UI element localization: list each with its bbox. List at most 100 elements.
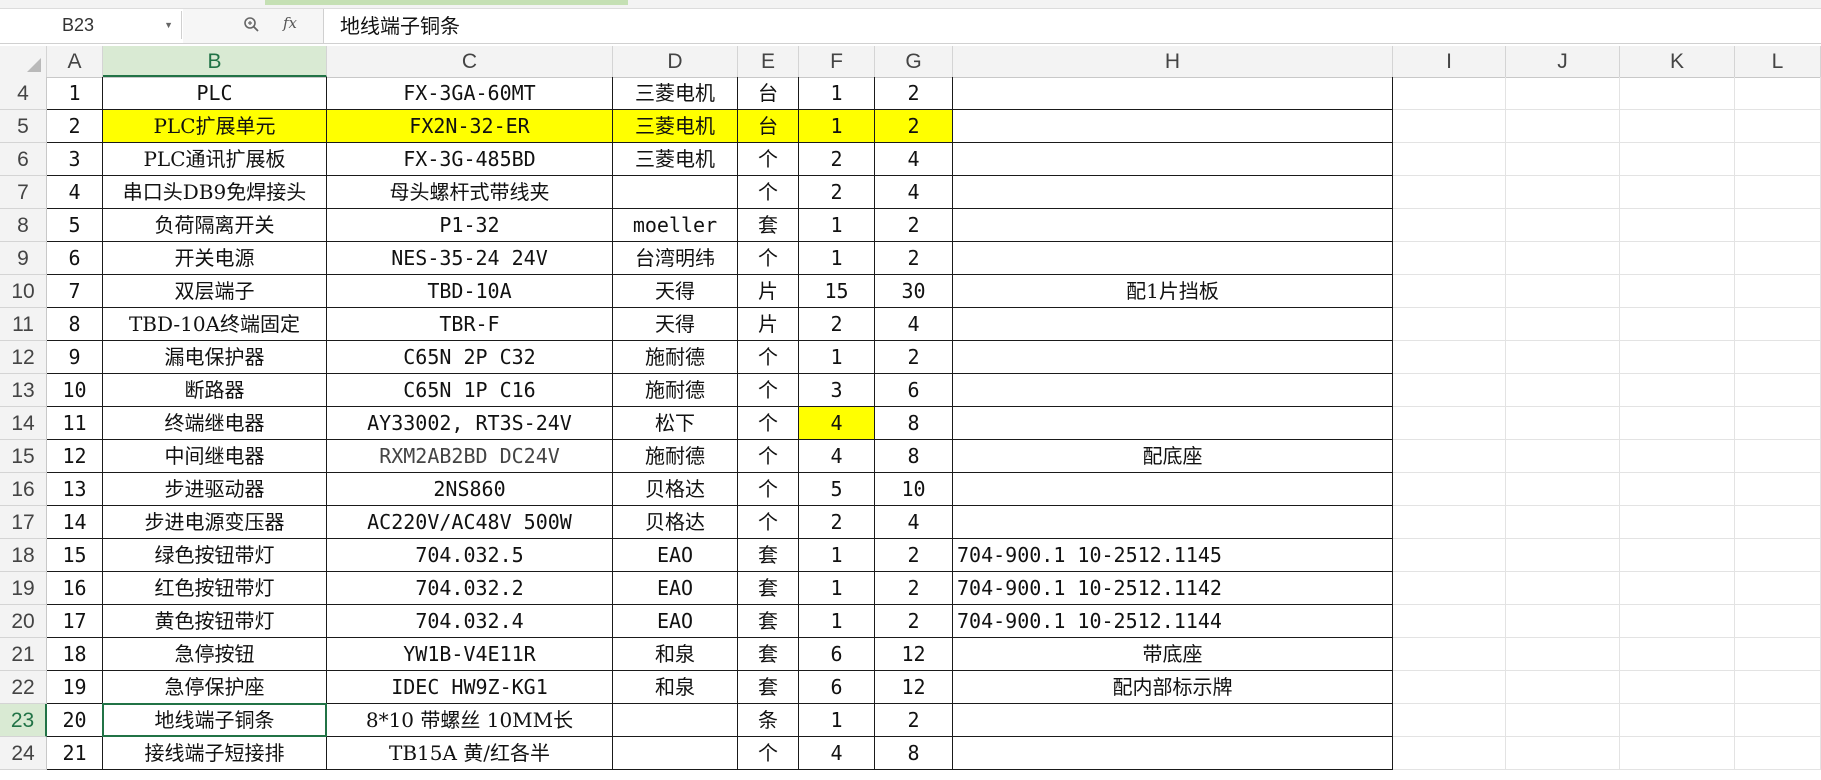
cell-h11[interactable]	[953, 308, 1393, 341]
cell-k21[interactable]	[1620, 638, 1735, 671]
cell-f14[interactable]: 4	[799, 407, 875, 440]
cell-b9[interactable]: 开关电源	[103, 242, 327, 275]
cell-k14[interactable]	[1620, 407, 1735, 440]
cell-h5[interactable]	[953, 110, 1393, 143]
cell-g14[interactable]: 8	[875, 407, 953, 440]
cell-c7[interactable]: 母头螺杆式带线夹	[327, 176, 613, 209]
cell-d12[interactable]: 施耐德	[613, 341, 738, 374]
row-header[interactable]: 11	[0, 308, 47, 341]
cell-h8[interactable]	[953, 209, 1393, 242]
cell-k10[interactable]	[1620, 275, 1735, 308]
cell-f11[interactable]: 2	[799, 308, 875, 341]
cell-k22[interactable]	[1620, 671, 1735, 704]
zoom-icon[interactable]	[243, 16, 261, 34]
cell-a19[interactable]: 16	[47, 572, 103, 605]
row-header[interactable]: 9	[0, 242, 47, 275]
row-header[interactable]: 7	[0, 176, 47, 209]
cell-f23[interactable]: 1	[799, 704, 875, 737]
cell-l17[interactable]	[1735, 506, 1821, 539]
column-header-j[interactable]: J	[1506, 46, 1620, 77]
cell-l16[interactable]	[1735, 473, 1821, 506]
cell-d8[interactable]: moeller	[613, 209, 738, 242]
cell-d9[interactable]: 台湾明纬	[613, 242, 738, 275]
cell-c12[interactable]: C65N 2P C32	[327, 341, 613, 374]
cell-c17[interactable]: AC220V/AC48V 500W	[327, 506, 613, 539]
cell-b8[interactable]: 负荷隔离开关	[103, 209, 327, 242]
cell-j13[interactable]	[1506, 374, 1620, 407]
cell-l20[interactable]	[1735, 605, 1821, 638]
cell-l7[interactable]	[1735, 176, 1821, 209]
cell-h13[interactable]	[953, 374, 1393, 407]
cell-j16[interactable]	[1506, 473, 1620, 506]
cell-a17[interactable]: 14	[47, 506, 103, 539]
cell-l21[interactable]	[1735, 638, 1821, 671]
cell-k8[interactable]	[1620, 209, 1735, 242]
cell-d6[interactable]: 三菱电机	[613, 143, 738, 176]
cell-f10[interactable]: 15	[799, 275, 875, 308]
cell-a9[interactable]: 6	[47, 242, 103, 275]
cell-e17[interactable]: 个	[738, 506, 799, 539]
cell-h23[interactable]	[953, 704, 1393, 737]
cell-c18[interactable]: 704.032.5	[327, 539, 613, 572]
cell-h16[interactable]	[953, 473, 1393, 506]
cell-a22[interactable]: 19	[47, 671, 103, 704]
cell-b16[interactable]: 步进驱动器	[103, 473, 327, 506]
cell-b10[interactable]: 双层端子	[103, 275, 327, 308]
cell-h4[interactable]	[953, 77, 1393, 110]
cell-i23[interactable]	[1393, 704, 1506, 737]
cell-k15[interactable]	[1620, 440, 1735, 473]
cell-e18[interactable]: 套	[738, 539, 799, 572]
cell-h14[interactable]	[953, 407, 1393, 440]
cell-b21[interactable]: 急停按钮	[103, 638, 327, 671]
cell-h21[interactable]: 带底座	[953, 638, 1393, 671]
cell-j19[interactable]	[1506, 572, 1620, 605]
cell-g5[interactable]: 2	[875, 110, 953, 143]
cell-a6[interactable]: 3	[47, 143, 103, 176]
cell-b18[interactable]: 绿色按钮带灯	[103, 539, 327, 572]
cell-i8[interactable]	[1393, 209, 1506, 242]
cell-b22[interactable]: 急停保护座	[103, 671, 327, 704]
name-box-dropdown-icon[interactable]: ▼	[164, 11, 173, 39]
cell-k12[interactable]	[1620, 341, 1735, 374]
cell-e8[interactable]: 套	[738, 209, 799, 242]
cell-b4[interactable]: PLC	[103, 77, 327, 110]
cell-h19[interactable]: 704-900.1 10-2512.1142	[953, 572, 1393, 605]
cell-g20[interactable]: 2	[875, 605, 953, 638]
cell-l8[interactable]	[1735, 209, 1821, 242]
cell-d14[interactable]: 松下	[613, 407, 738, 440]
cell-g18[interactable]: 2	[875, 539, 953, 572]
cell-e10[interactable]: 片	[738, 275, 799, 308]
cell-l11[interactable]	[1735, 308, 1821, 341]
cell-f22[interactable]: 6	[799, 671, 875, 704]
cell-j6[interactable]	[1506, 143, 1620, 176]
cell-f4[interactable]: 1	[799, 77, 875, 110]
cell-i21[interactable]	[1393, 638, 1506, 671]
cell-b19[interactable]: 红色按钮带灯	[103, 572, 327, 605]
cell-a16[interactable]: 13	[47, 473, 103, 506]
cell-a21[interactable]: 18	[47, 638, 103, 671]
cell-j12[interactable]	[1506, 341, 1620, 374]
row-header[interactable]: 23	[0, 704, 47, 737]
cell-l4[interactable]	[1735, 77, 1821, 110]
cell-g16[interactable]: 10	[875, 473, 953, 506]
cell-a12[interactable]: 9	[47, 341, 103, 374]
cell-h18[interactable]: 704-900.1 10-2512.1145	[953, 539, 1393, 572]
cell-d18[interactable]: EAO	[613, 539, 738, 572]
row-header[interactable]: 21	[0, 638, 47, 671]
cell-d23[interactable]	[613, 704, 738, 737]
row-header[interactable]: 17	[0, 506, 47, 539]
cell-k23[interactable]	[1620, 704, 1735, 737]
column-header-e[interactable]: E	[738, 46, 799, 77]
cell-g8[interactable]: 2	[875, 209, 953, 242]
cell-a18[interactable]: 15	[47, 539, 103, 572]
cell-j9[interactable]	[1506, 242, 1620, 275]
cell-c6[interactable]: FX-3G-485BD	[327, 143, 613, 176]
cell-g15[interactable]: 8	[875, 440, 953, 473]
cell-b5[interactable]: PLC扩展单元	[103, 110, 327, 143]
column-header-h[interactable]: H	[953, 46, 1393, 77]
cell-d10[interactable]: 天得	[613, 275, 738, 308]
cell-f15[interactable]: 4	[799, 440, 875, 473]
cell-a13[interactable]: 10	[47, 374, 103, 407]
cell-g9[interactable]: 2	[875, 242, 953, 275]
cell-c9[interactable]: NES-35-24 24V	[327, 242, 613, 275]
